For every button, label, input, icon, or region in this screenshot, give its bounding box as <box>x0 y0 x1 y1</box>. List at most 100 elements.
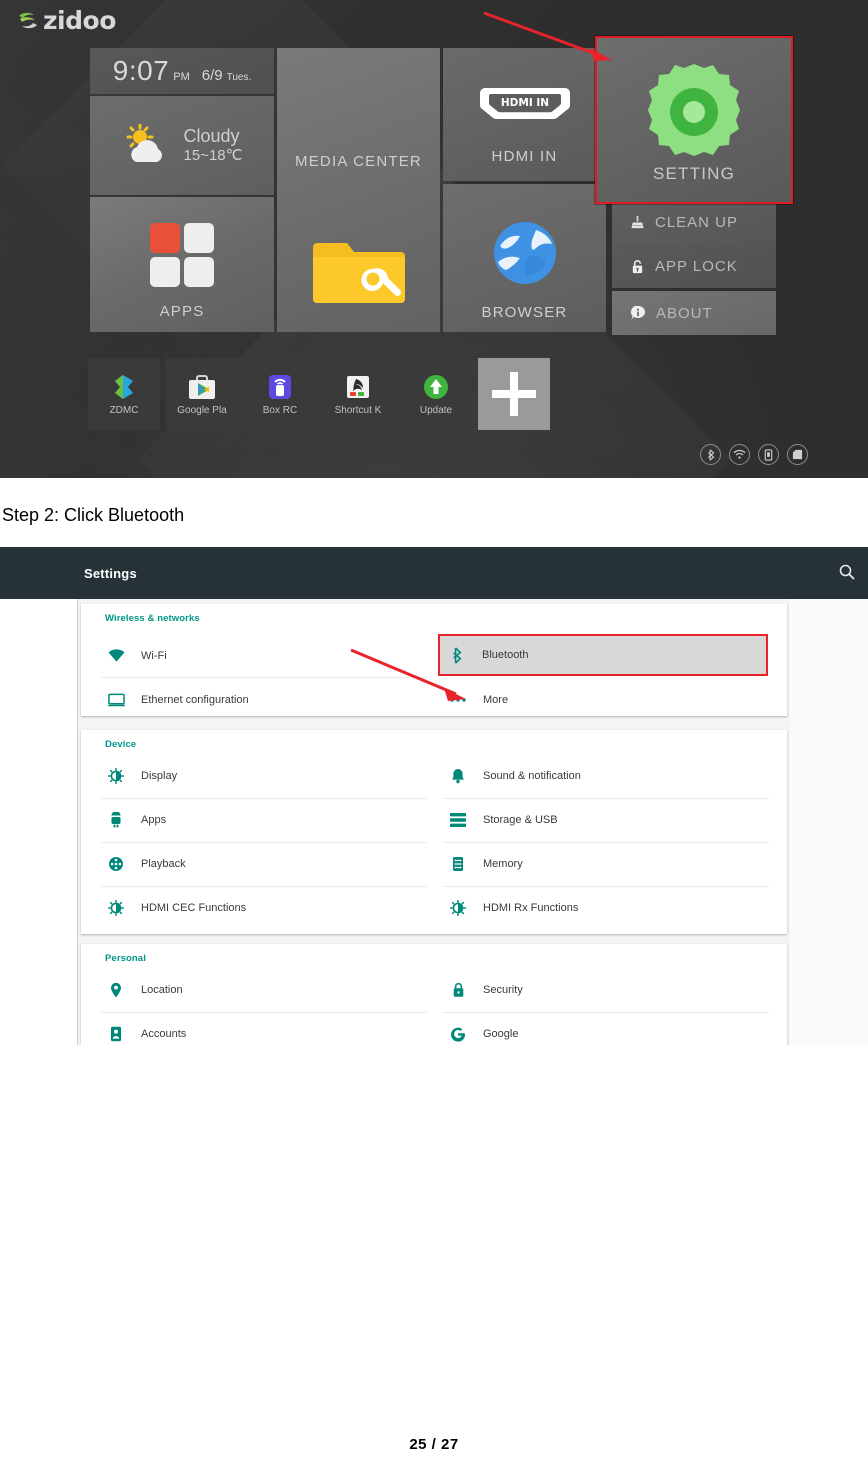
tile-browser[interactable]: BROWSER <box>443 184 606 332</box>
tile-browser-label: BROWSER <box>481 304 568 321</box>
settings-row-bluetooth[interactable]: Bluetooth <box>438 634 768 676</box>
tile-media-center[interactable]: MEDIA CENTER <box>277 48 440 332</box>
settings-row-storage-usb[interactable]: Storage & USB <box>441 798 771 842</box>
zidoo-brand-text: zidoo <box>43 6 116 35</box>
update-arrow-icon <box>424 375 448 399</box>
settings-content: Wireless & networks Wi-Fi Bluetooth Ethe… <box>78 599 790 1045</box>
settings-row-bluetooth-label: Bluetooth <box>482 649 529 661</box>
settings-row-wifi-label: Wi-Fi <box>141 650 167 662</box>
broom-icon <box>631 215 644 228</box>
tile-hdmi-in[interactable]: HDMI IN HDMI IN <box>443 48 606 181</box>
settings-row-hdmi-rx-functions[interactable]: HDMI Rx Functions <box>441 886 771 930</box>
settings-row-hdmi-cec-functions[interactable]: HDMI CEC Functions <box>99 886 429 930</box>
settings-row-security[interactable]: Security <box>441 968 771 1012</box>
weather-condition: Cloudy <box>183 125 240 146</box>
search-icon[interactable] <box>838 563 856 586</box>
tile-apps-label: APPS <box>159 303 205 320</box>
dock-item-update-label: Update <box>419 405 453 416</box>
apps-grid-icon <box>150 223 214 287</box>
sd-card-status-icon[interactable] <box>787 444 808 465</box>
settings-row-playback-label: Playback <box>141 858 186 870</box>
svg-text:HDMI IN: HDMI IN <box>500 97 548 109</box>
location-pin-icon <box>99 982 133 998</box>
bell-icon <box>441 768 475 784</box>
settings-row-more[interactable]: More <box>441 678 771 722</box>
brightness-icon <box>99 900 133 916</box>
settings-title: Settings <box>84 565 137 581</box>
settings-row-display[interactable]: Display <box>99 754 429 798</box>
settings-row-ethernet-configuration[interactable]: Ethernet configuration <box>99 678 429 722</box>
tile-media-center-label: MEDIA CENTER <box>295 153 422 170</box>
settings-card-personal: Personal Location Security Accounts Goog… <box>81 944 787 1045</box>
settings-row-google-label: Google <box>483 1028 519 1040</box>
settings-row-security-label: Security <box>483 984 523 996</box>
dock-item-update[interactable]: Update <box>400 358 472 430</box>
wifi-status-icon[interactable] <box>729 444 750 465</box>
gear-icon <box>648 64 740 156</box>
settings-row-google[interactable]: Google <box>441 1012 771 1045</box>
globe-icon <box>493 222 556 284</box>
menu-item-app-lock[interactable]: APP LOCK <box>612 244 776 288</box>
usb-drive-status-icon[interactable] <box>758 444 779 465</box>
menu-item-app-lock-label: APP LOCK <box>655 257 738 275</box>
tile-setting[interactable]: SETTING <box>595 36 793 204</box>
settings-row-wifi[interactable]: Wi-Fi <box>99 634 429 678</box>
box-rc-icon <box>269 375 291 399</box>
playback-icon <box>99 856 133 872</box>
dock-item-google-play[interactable]: Google Pla <box>166 358 238 430</box>
launcher-screenshot: zidoo 9:07 PM 6/9 Tues. Cloudy 15~18℃ AP… <box>0 0 868 478</box>
memory-icon <box>441 856 475 872</box>
settings-row-storage-usb-label: Storage & USB <box>483 814 558 826</box>
tile-hdmi-in-label: HDMI IN <box>491 148 558 165</box>
settings-row-memory-label: Memory <box>483 858 523 870</box>
clock-ampm: PM <box>173 71 190 83</box>
clock-weekday: Tues. <box>226 72 252 83</box>
dock-item-shortcut-key[interactable]: Shortcut K <box>322 358 394 430</box>
dock-item-shortcut-key-label: Shortcut K <box>334 405 382 416</box>
settings-row-location[interactable]: Location <box>99 968 429 1012</box>
section-heading-personal: Personal <box>105 953 146 964</box>
settings-screenshot: Settings Wireless & networks Wi-Fi Bluet… <box>0 547 868 1045</box>
clock-widget[interactable]: 9:07 PM 6/9 Tues. <box>90 48 274 94</box>
settings-row-sound-notification-label: Sound & notification <box>483 770 581 782</box>
settings-row-hdmi-rx-functions-label: HDMI Rx Functions <box>483 902 579 914</box>
bluetooth-status-icon[interactable] <box>700 444 721 465</box>
settings-row-memory[interactable]: Memory <box>441 842 771 886</box>
menu-item-clean-up-label: CLEAN UP <box>655 213 739 231</box>
settings-row-sound-notification[interactable]: Sound & notification <box>441 754 771 798</box>
google-play-icon <box>189 375 215 399</box>
sun-cloud-icon <box>126 123 162 162</box>
settings-left-pane <box>0 599 78 1045</box>
settings-row-accounts-label: Accounts <box>141 1028 187 1040</box>
step-caption: Step 2: Click Bluetooth <box>2 505 185 525</box>
add-shortcut-button[interactable] <box>478 358 550 430</box>
zidoo-swoosh-icon <box>19 12 37 28</box>
settings-row-more-label: More <box>483 694 509 706</box>
folder-wrench-icon <box>312 243 405 303</box>
menu-item-about[interactable]: ABOUT <box>612 291 776 335</box>
settings-row-accounts[interactable]: Accounts <box>99 1012 429 1045</box>
lock-icon <box>632 259 643 273</box>
page-number: 25 / 27 <box>409 1436 459 1453</box>
shortcut-key-icon <box>347 376 369 398</box>
settings-body: Wireless & networks Wi-Fi Bluetooth Ethe… <box>0 599 868 1045</box>
settings-row-apps[interactable]: Apps <box>99 798 429 842</box>
menu-item-clean-up[interactable]: CLEAN UP <box>612 200 776 244</box>
brightness-icon <box>99 768 133 784</box>
tile-setting-label: SETTING <box>652 164 736 183</box>
tile-apps[interactable]: APPS <box>90 197 274 332</box>
more-dots-icon <box>441 697 475 703</box>
settings-row-playback[interactable]: Playback <box>99 842 429 886</box>
dock-item-google-play-label: Google Pla <box>177 405 227 416</box>
storage-icon <box>441 813 475 827</box>
dock-item-zdmc[interactable]: ZDMC <box>88 358 160 430</box>
brightness-icon <box>441 900 475 916</box>
dock-item-box-rc[interactable]: Box RC <box>244 358 316 430</box>
section-heading-device: Device <box>105 739 137 750</box>
weather-widget[interactable]: Cloudy 15~18℃ <box>90 96 274 195</box>
section-heading-wireless: Wireless & networks <box>105 613 200 624</box>
wifi-icon <box>99 649 133 663</box>
settings-row-apps-label: Apps <box>141 814 167 826</box>
settings-card-wireless: Wireless & networks Wi-Fi Bluetooth Ethe… <box>81 604 787 716</box>
google-g-icon <box>441 1026 475 1042</box>
